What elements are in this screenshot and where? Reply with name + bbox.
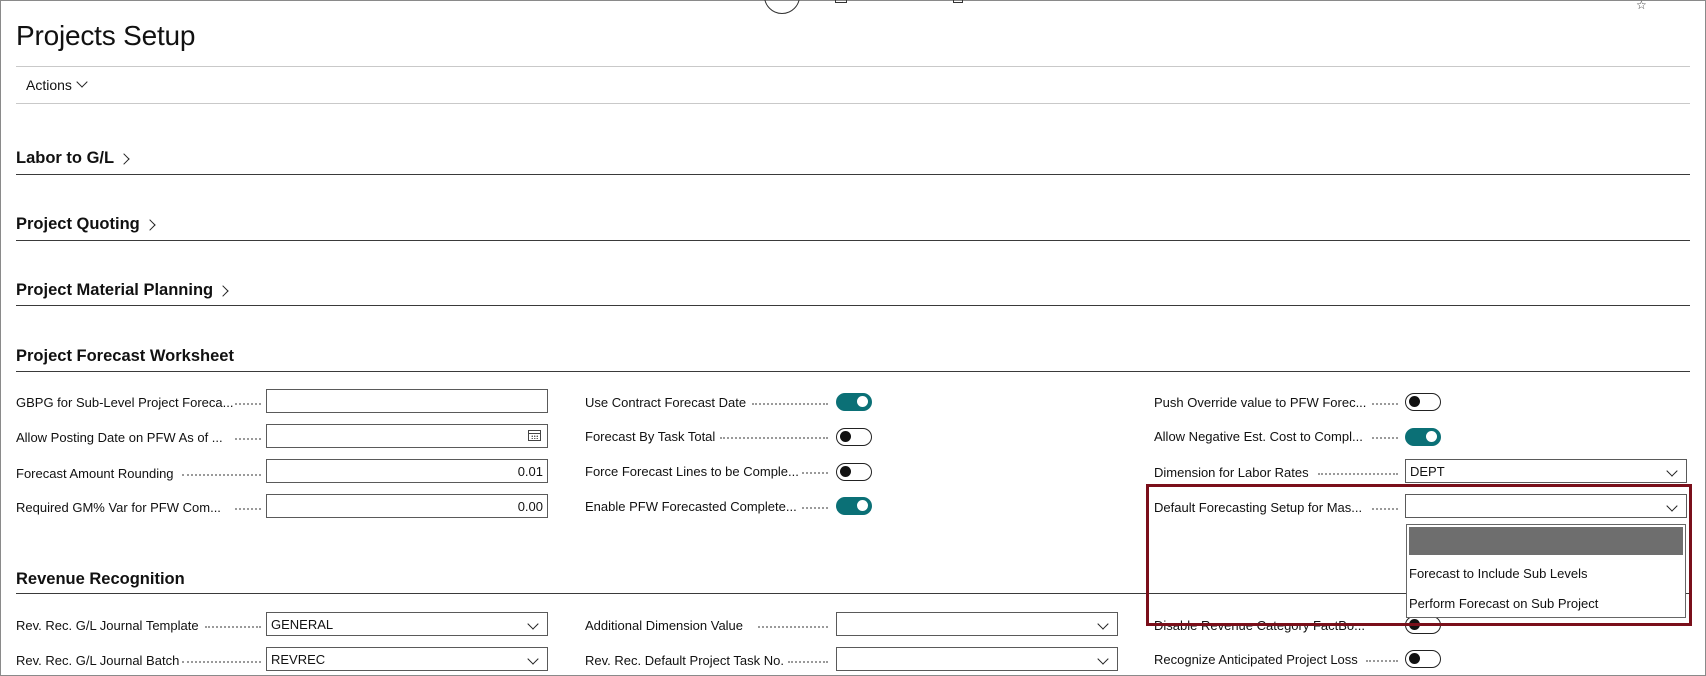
toggle-knob bbox=[857, 500, 868, 511]
leader-dots bbox=[720, 437, 828, 439]
chevron-down-icon bbox=[1666, 465, 1678, 477]
toggle-knob bbox=[1409, 396, 1420, 407]
section-divider bbox=[16, 371, 1690, 372]
field-label: Allow Negative Est. Cost to Compl... bbox=[1154, 429, 1363, 444]
leader-dots bbox=[758, 626, 828, 628]
forecast-by-task-total-toggle[interactable] bbox=[836, 428, 872, 446]
dimension-labor-rates-select[interactable]: DEPT bbox=[1405, 459, 1687, 483]
toggle-knob bbox=[1426, 431, 1437, 442]
highlight-box bbox=[1146, 484, 1692, 626]
leader-dots bbox=[1318, 473, 1398, 475]
field-label: Forecast Amount Rounding bbox=[16, 466, 174, 481]
page-title: Projects Setup bbox=[16, 20, 196, 51]
leader-dots bbox=[788, 661, 828, 663]
toggle-knob bbox=[1409, 653, 1420, 664]
leader-dots bbox=[802, 472, 828, 474]
allow-posting-date-input[interactable] bbox=[266, 424, 548, 448]
field-label: Required GM% Var for PFW Com... bbox=[16, 500, 221, 515]
leader-dots bbox=[235, 403, 261, 405]
push-override-pfw-toggle[interactable] bbox=[1405, 393, 1441, 411]
field-label: Use Contract Forecast Date bbox=[585, 395, 747, 410]
field-label: Forecast By Task Total bbox=[585, 429, 716, 444]
field-label: Allow Posting Date on PFW As of ... bbox=[16, 430, 223, 445]
additional-dimension-value-select[interactable] bbox=[836, 612, 1118, 636]
leader-dots bbox=[1372, 403, 1398, 405]
toggle-knob bbox=[857, 396, 868, 407]
gbpg-sub-level-input[interactable] bbox=[266, 389, 548, 413]
chevron-down-icon bbox=[1097, 653, 1109, 665]
actions-label: Actions bbox=[26, 77, 72, 93]
chevron-down-icon bbox=[76, 76, 88, 88]
chevron-down-icon bbox=[527, 653, 539, 665]
section-divider bbox=[16, 240, 1690, 241]
section-project-forecast-worksheet[interactable]: Project Forecast Worksheet bbox=[16, 347, 234, 366]
field-label: GBPG for Sub-Level Project Foreca... bbox=[16, 395, 234, 410]
actions-menu-button[interactable]: Actions bbox=[26, 76, 88, 93]
enable-pfw-forecasted-complete-toggle[interactable] bbox=[836, 497, 872, 515]
leader-dots bbox=[1372, 437, 1398, 439]
allow-negative-est-cost-toggle[interactable] bbox=[1405, 428, 1441, 446]
select-value: GENERAL bbox=[271, 616, 334, 632]
field-label: Rev. Rec. G/L Journal Template bbox=[16, 618, 199, 633]
toggle-knob bbox=[840, 431, 851, 442]
section-project-quoting[interactable]: Project Quoting bbox=[16, 215, 156, 234]
section-title-label: Project Material Planning bbox=[16, 281, 214, 299]
select-value: DEPT bbox=[1410, 463, 1445, 479]
rev-rec-journal-batch-select[interactable]: REVREC bbox=[266, 647, 548, 671]
default-project-task-select[interactable] bbox=[836, 647, 1118, 671]
chevron-right-icon bbox=[118, 152, 130, 165]
section-project-material-planning[interactable]: Project Material Planning bbox=[16, 281, 229, 300]
section-title-label: Labor to G/L bbox=[16, 149, 115, 167]
use-contract-forecast-date-toggle[interactable] bbox=[836, 393, 872, 411]
section-labor-to-gl[interactable]: Labor to G/L bbox=[16, 149, 130, 168]
field-label: Force Forecast Lines to be Comple... bbox=[585, 464, 799, 479]
calendar-icon[interactable] bbox=[528, 430, 541, 441]
leader-dots bbox=[802, 507, 828, 509]
section-title-label: Project Quoting bbox=[16, 215, 140, 233]
recognize-anticipated-loss-toggle[interactable] bbox=[1405, 650, 1441, 668]
leader-dots bbox=[235, 508, 261, 510]
leader-dots bbox=[235, 438, 261, 440]
title-divider bbox=[16, 66, 1690, 67]
leader-dots bbox=[182, 661, 261, 663]
required-gm-var-input[interactable]: 0.00 bbox=[266, 494, 548, 518]
section-title-label: Revenue Recognition bbox=[16, 570, 185, 588]
bookmark-icon[interactable] bbox=[835, 0, 847, 3]
field-label: Dimension for Labor Rates bbox=[1154, 465, 1309, 480]
toggle-knob bbox=[840, 466, 851, 477]
field-label: Rev. Rec. Default Project Task No. bbox=[585, 653, 784, 668]
force-forecast-lines-toggle[interactable] bbox=[836, 463, 872, 481]
chevron-right-icon bbox=[144, 218, 156, 231]
chevron-down-icon bbox=[527, 618, 539, 630]
leader-dots bbox=[1366, 660, 1398, 662]
forecast-amount-rounding-input[interactable]: 0.01 bbox=[266, 459, 548, 483]
open-new-icon[interactable] bbox=[953, 0, 963, 3]
field-label: Additional Dimension Value bbox=[585, 618, 744, 633]
field-label: Rev. Rec. G/L Journal Batch bbox=[16, 653, 180, 668]
leader-dots bbox=[752, 403, 828, 405]
rev-rec-journal-template-select[interactable]: GENERAL bbox=[266, 612, 548, 636]
field-label: Enable PFW Forecasted Complete... bbox=[585, 499, 797, 514]
section-divider bbox=[16, 305, 1690, 306]
section-revenue-recognition[interactable]: Revenue Recognition bbox=[16, 570, 185, 589]
section-title-label: Project Forecast Worksheet bbox=[16, 347, 234, 365]
star-icon[interactable]: ☆ bbox=[1636, 0, 1647, 12]
leader-dots bbox=[205, 626, 261, 628]
select-value: REVREC bbox=[271, 651, 326, 667]
actions-divider bbox=[16, 103, 1690, 104]
chevron-down-icon bbox=[1097, 618, 1109, 630]
leader-dots bbox=[182, 474, 261, 476]
field-label: Recognize Anticipated Project Loss bbox=[1154, 652, 1358, 667]
field-label: Push Override value to PFW Forec... bbox=[1154, 395, 1367, 410]
section-divider bbox=[16, 174, 1690, 175]
chevron-right-icon bbox=[217, 284, 229, 297]
